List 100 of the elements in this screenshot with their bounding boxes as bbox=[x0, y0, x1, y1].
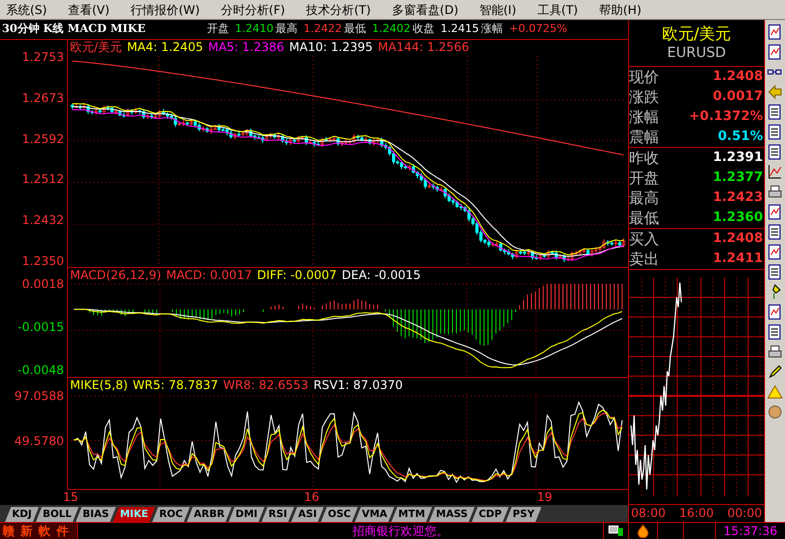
axis-label: 97.0588 bbox=[14, 389, 64, 403]
printer-icon[interactable] bbox=[767, 344, 783, 360]
quote-label: 最高 bbox=[629, 188, 659, 208]
arrow-icon[interactable] bbox=[767, 84, 783, 100]
quote-value: 1.2415 bbox=[440, 21, 479, 38]
legend-label: DIFF: -0.0007 bbox=[256, 268, 337, 282]
quote-value: 1.2422 bbox=[304, 21, 342, 38]
axis-label: -0.0048 bbox=[18, 363, 64, 377]
axis-label: 08:00 bbox=[631, 505, 666, 522]
quote-value: 1.2408 bbox=[712, 230, 763, 248]
quote-value: 0.51% bbox=[718, 128, 763, 146]
quote-value: 1.2402 bbox=[372, 21, 410, 38]
quote-label: 涨幅 bbox=[481, 21, 503, 38]
axis-label: 1.2592 bbox=[22, 132, 64, 146]
chart-page-icon[interactable] bbox=[767, 304, 783, 320]
indicator-tab[interactable]: MIKE bbox=[112, 507, 156, 522]
axis-label: 00:00 bbox=[727, 505, 762, 522]
quote-label: 震幅 bbox=[629, 127, 659, 147]
indicator-tab[interactable]: BOLL bbox=[36, 507, 79, 522]
quote-label: 最高 bbox=[276, 21, 298, 38]
quote-label: 开盘 bbox=[629, 168, 659, 188]
quote-value: +0.1372% bbox=[688, 108, 763, 126]
document-icon[interactable] bbox=[767, 324, 783, 340]
menu-item[interactable]: 技术分析(T) bbox=[306, 2, 371, 18]
indicator-tab[interactable]: ARBR bbox=[186, 507, 232, 522]
legend-label: MACD: 0.0017 bbox=[166, 268, 252, 282]
legend-label: 欧元/美元 bbox=[70, 40, 122, 54]
quote-value: 1.2377 bbox=[712, 169, 763, 187]
axis-label: 15 bbox=[63, 490, 80, 505]
indicator-tab[interactable]: CDP bbox=[472, 507, 509, 522]
quote-label: 卖出 bbox=[629, 249, 659, 269]
legend-label: WR8: 82.6553 bbox=[223, 378, 308, 392]
menu-item[interactable]: 系统(S) bbox=[6, 2, 47, 18]
indicator-tab[interactable]: ASI bbox=[291, 507, 324, 522]
indicator-tab[interactable]: KDJ bbox=[5, 507, 39, 522]
document-icon[interactable] bbox=[767, 124, 783, 140]
indicator-tab[interactable]: MTM bbox=[391, 507, 432, 522]
pencil-icon[interactable] bbox=[767, 364, 783, 380]
axis-label: 1.2753 bbox=[22, 50, 64, 64]
symbol-name: 欧元/美元 bbox=[662, 24, 732, 44]
axis-label: -0.0015 bbox=[18, 320, 64, 334]
quote-value: 0.0017 bbox=[712, 88, 763, 106]
line-chart-icon[interactable] bbox=[767, 164, 783, 180]
menu-item[interactable]: 行情报价(W) bbox=[130, 2, 200, 18]
axis-label: 16:00 bbox=[679, 505, 714, 522]
legend-label: MACD(26,12,9) bbox=[70, 268, 162, 282]
warning-icon[interactable] bbox=[767, 384, 783, 400]
quote-label: 最低 bbox=[629, 208, 659, 228]
status-message: 招商银行欢迎您。 bbox=[352, 523, 450, 539]
brand-label: 赣新軟件 bbox=[0, 523, 78, 539]
axis-label: 0.0018 bbox=[22, 277, 64, 291]
legend-label: MA144: 1.2566 bbox=[378, 40, 470, 54]
legend-label: MA4: 1.2405 bbox=[127, 40, 204, 54]
indicator-tab[interactable]: OSC bbox=[320, 507, 358, 522]
computer-icon bbox=[608, 525, 624, 537]
indicator-tab[interactable]: DMI bbox=[228, 507, 265, 522]
document-icon[interactable] bbox=[767, 104, 783, 120]
quote-value: 1.2411 bbox=[712, 250, 763, 268]
menu-item[interactable]: 查看(V) bbox=[68, 2, 110, 18]
axis-label: 1.2673 bbox=[22, 90, 64, 105]
menu-item[interactable]: 分时分析(F) bbox=[220, 2, 286, 18]
axis-label: 49.5780 bbox=[14, 434, 64, 448]
indicator-tab[interactable]: BIAS bbox=[76, 507, 116, 522]
quote-label: 涨幅 bbox=[629, 107, 659, 127]
document-icon[interactable] bbox=[767, 144, 783, 160]
quote-value: +0.0725% bbox=[509, 21, 568, 38]
indicator-tab[interactable]: ROC bbox=[152, 507, 190, 522]
menu-item[interactable]: 智能(I) bbox=[479, 2, 516, 18]
quote-label: 最低 bbox=[344, 21, 366, 38]
chart-page-icon[interactable] bbox=[767, 44, 783, 60]
clock-time: 15:37:36 bbox=[715, 523, 785, 539]
chart-page-icon[interactable] bbox=[767, 244, 783, 260]
quote-label: 现价 bbox=[629, 67, 659, 87]
indicator-tab[interactable]: PSY bbox=[506, 507, 542, 522]
globe-icon[interactable] bbox=[767, 404, 783, 420]
quote-value: 1.2408 bbox=[712, 68, 763, 86]
axis-label: 16 bbox=[304, 490, 320, 505]
legend-label: WR5: 78.7837 bbox=[132, 378, 218, 392]
menu-item[interactable]: 多窗看盘(D) bbox=[392, 2, 458, 18]
axis-label: 1.2350 bbox=[22, 254, 64, 268]
symbol-code: EURUSD bbox=[667, 44, 726, 62]
quote-label: 买入 bbox=[629, 229, 659, 249]
menu-item[interactable]: 帮助(H) bbox=[598, 2, 642, 18]
chart-page-icon[interactable] bbox=[767, 24, 783, 40]
document-icon[interactable] bbox=[767, 264, 783, 280]
printer-icon[interactable] bbox=[767, 184, 783, 200]
chart-page-icon[interactable] bbox=[767, 204, 783, 220]
document-icon[interactable] bbox=[767, 224, 783, 240]
chart-title: 30分钟 K线 MACD MIKE bbox=[1, 21, 147, 38]
axis-label: 1.2432 bbox=[22, 213, 64, 228]
axis-label: 1.2512 bbox=[22, 172, 64, 186]
indicator-tab[interactable]: MASS bbox=[429, 507, 475, 522]
flame-icon bbox=[636, 524, 650, 538]
quote-value: 1.2410 bbox=[235, 21, 274, 38]
legend-label: DEA: -0.0015 bbox=[342, 268, 421, 282]
legend-label: MA10: 1.2395 bbox=[289, 40, 373, 54]
quote-value: 1.2423 bbox=[712, 189, 763, 207]
indicator-tab[interactable]: VMA bbox=[354, 507, 394, 522]
indicator-tab[interactable]: RSI bbox=[262, 507, 294, 522]
menu-item[interactable]: 工具(T) bbox=[537, 2, 578, 18]
